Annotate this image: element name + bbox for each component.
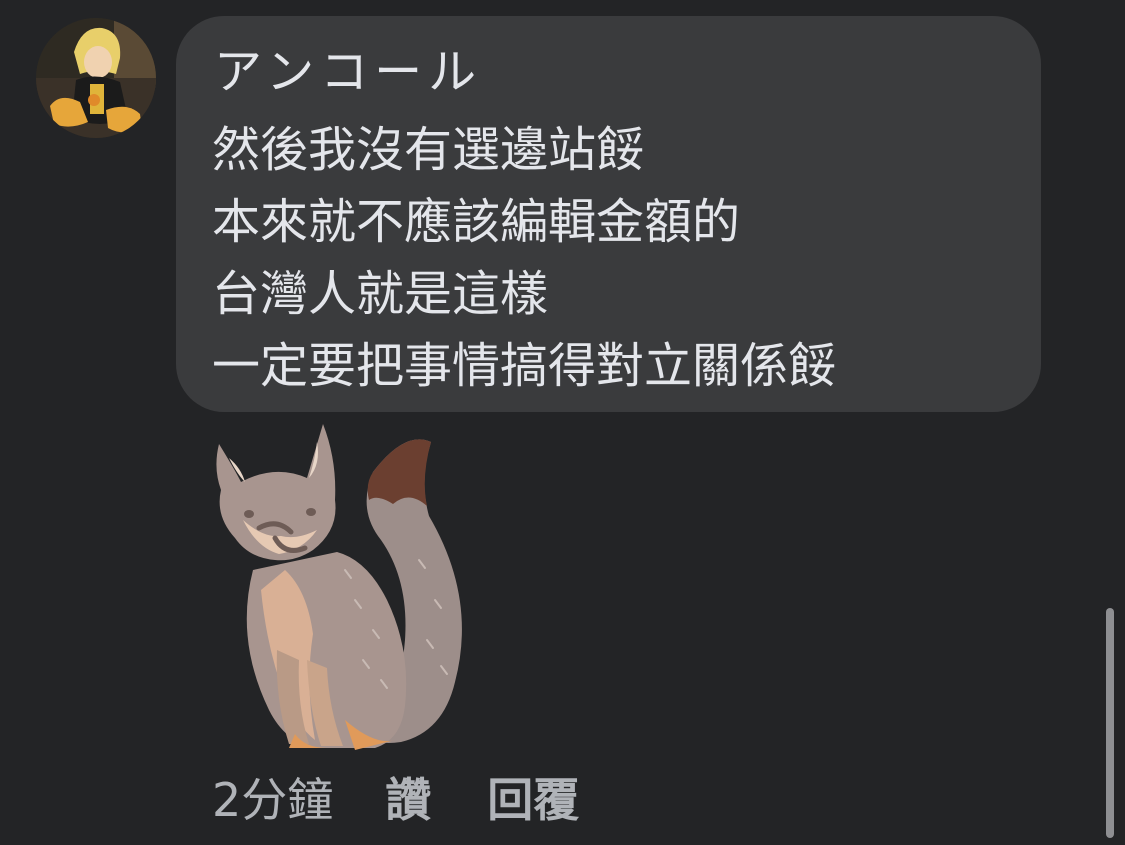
user-avatar-icon (36, 18, 156, 138)
comment-line: 然後我沒有選邊站餒 (212, 122, 645, 178)
like-button[interactable]: 讚 (385, 764, 431, 830)
scrollbar[interactable] (1106, 608, 1114, 838)
comment-bubble: アンコール 然後我沒有選邊站餒 本來就不應該編輯金額的 台灣人就是這樣 一定要把… (176, 16, 1041, 412)
comment-line: 一定要把事情搞得對立關係餒 (212, 338, 837, 394)
fox-sticker[interactable] (205, 420, 475, 755)
comment-line: 本來就不應該編輯金額的 (212, 194, 741, 250)
comment-author[interactable]: アンコール (214, 42, 482, 102)
fox-sticker-icon (216, 424, 462, 750)
comment-line: 台灣人就是這樣 (212, 266, 549, 322)
comment-text: 然後我沒有選邊站餒 本來就不應該編輯金額的 台灣人就是這樣 一定要把事情搞得對立… (212, 114, 836, 402)
comment-thread: アンコール 然後我沒有選邊站餒 本來就不應該編輯金額的 台灣人就是這樣 一定要把… (0, 0, 1125, 845)
reply-button[interactable]: 回覆 (487, 764, 579, 830)
comment-timestamp: 2分鐘 (212, 773, 334, 827)
avatar[interactable] (36, 18, 156, 138)
comment-actions: 2分鐘 讚 回覆 (212, 762, 579, 832)
